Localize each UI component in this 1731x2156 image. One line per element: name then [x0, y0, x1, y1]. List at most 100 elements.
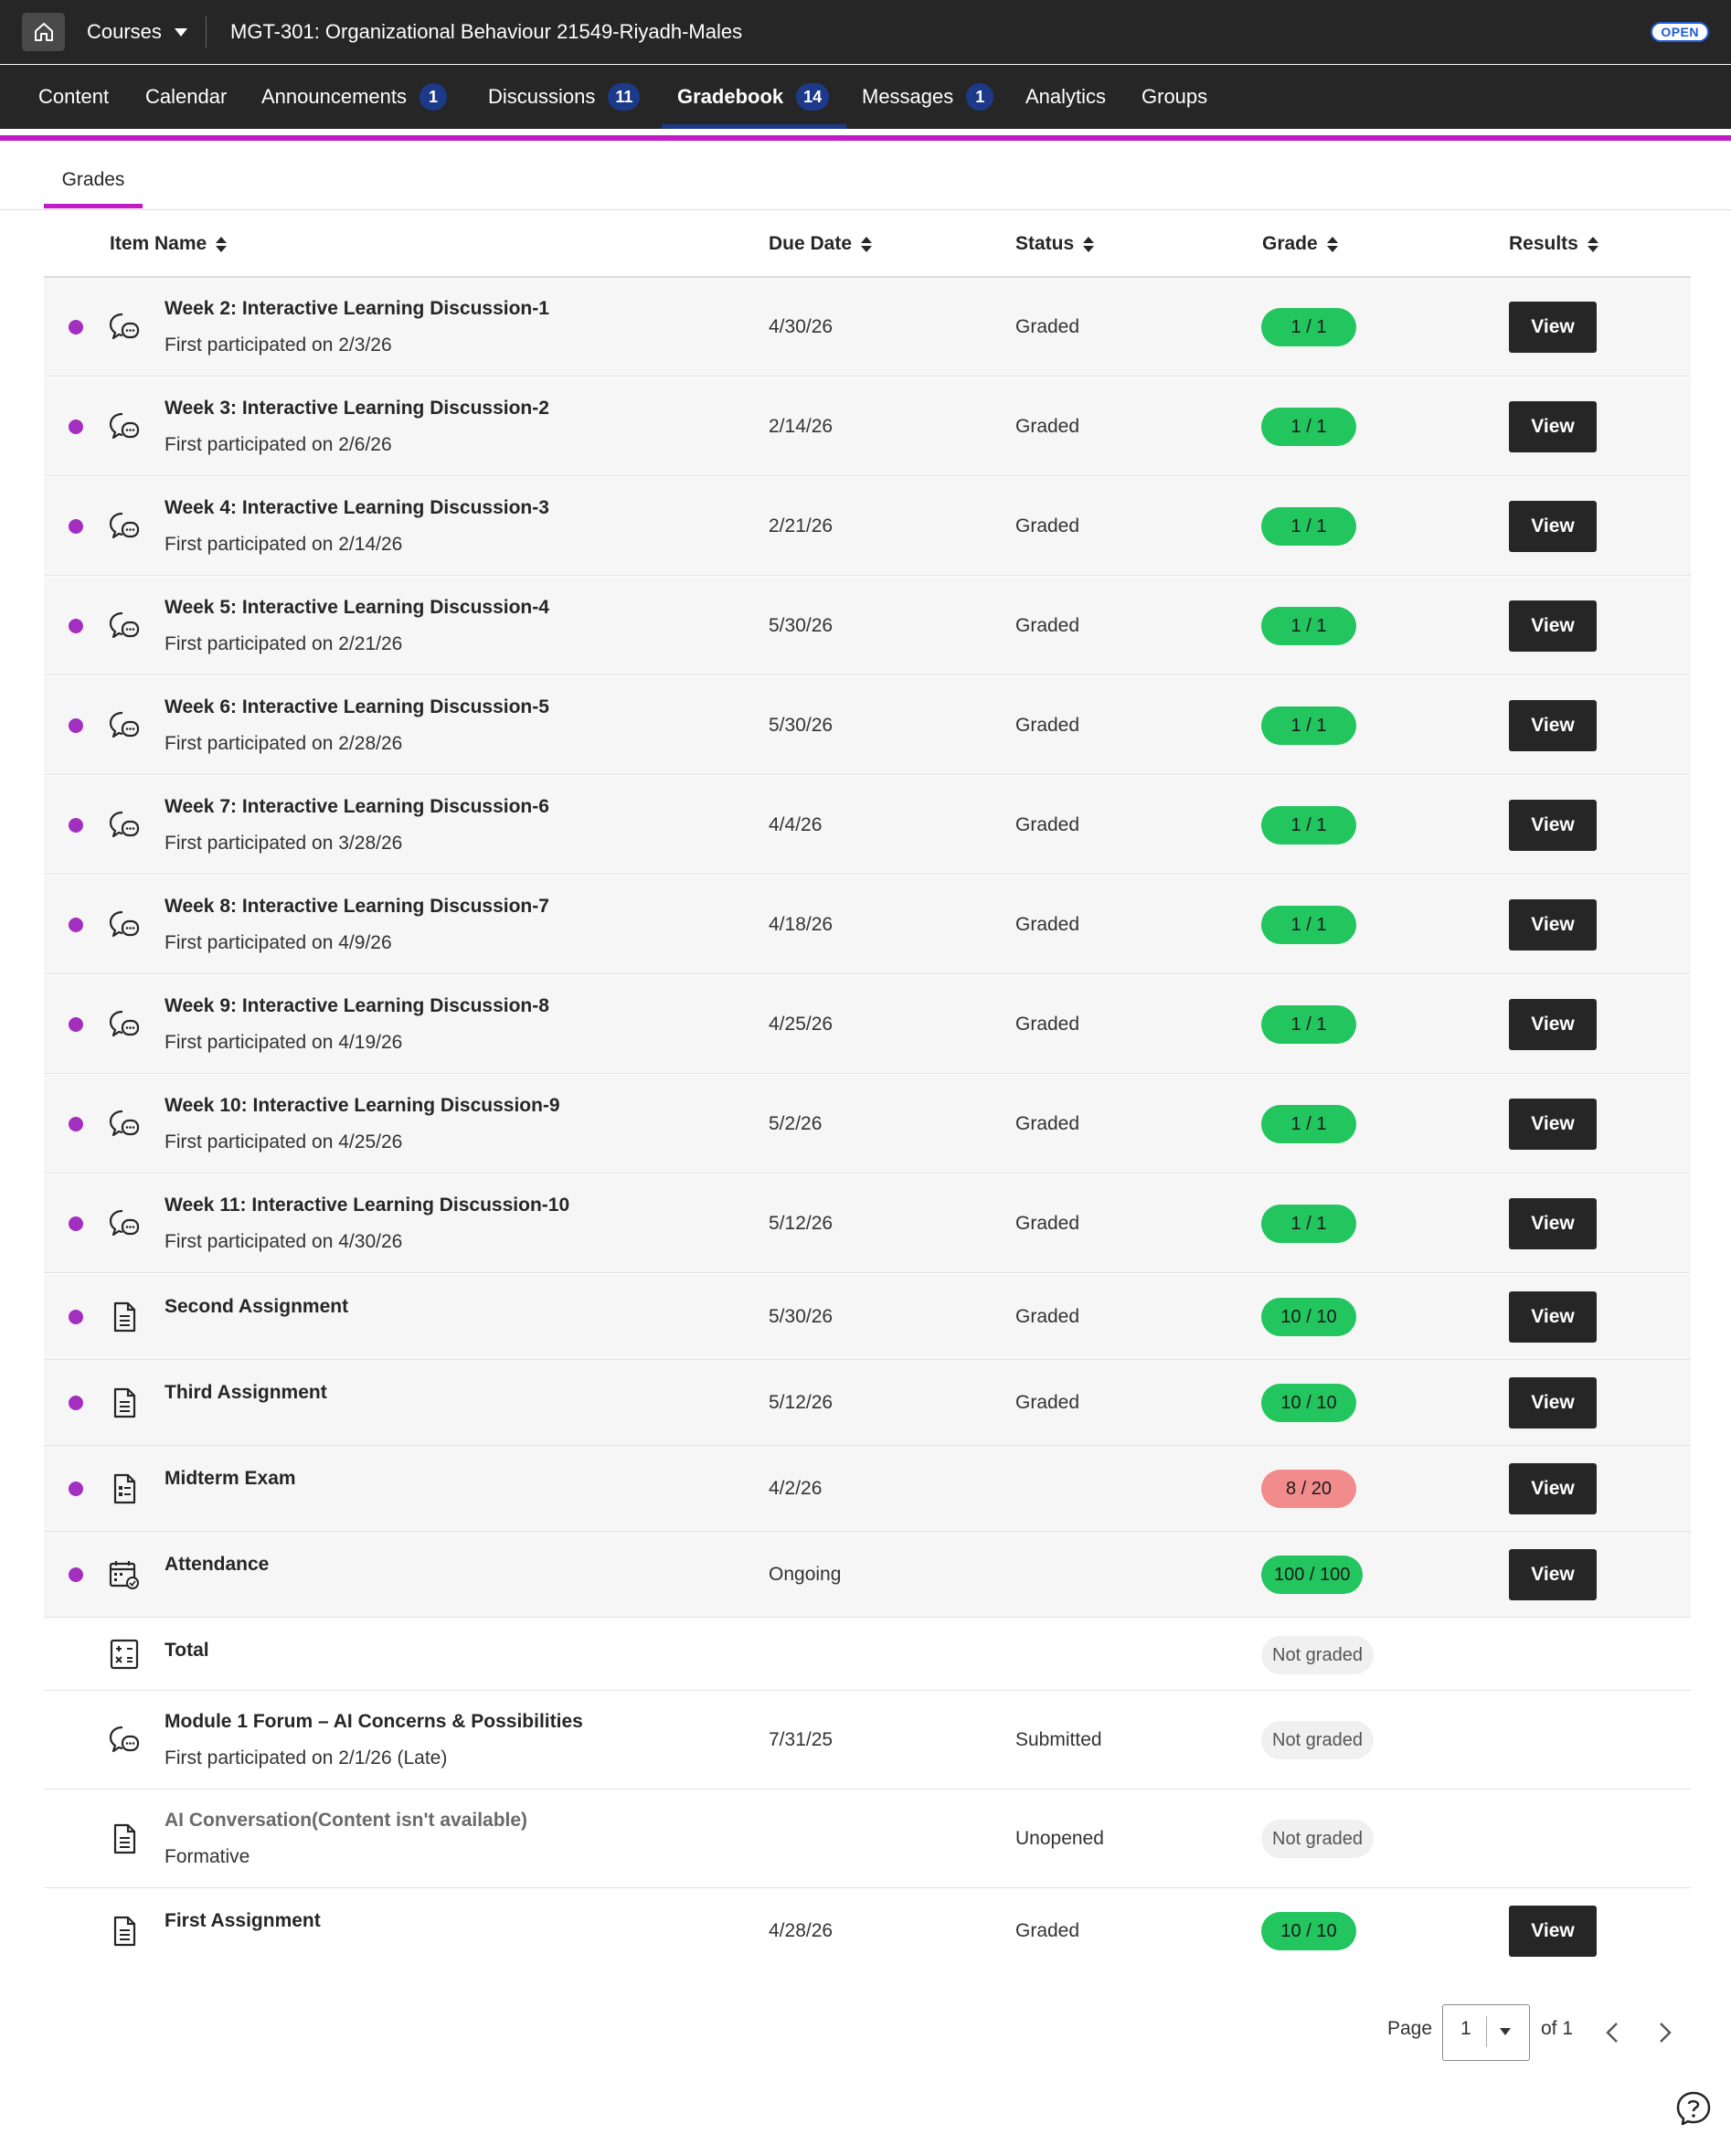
view-button[interactable]: View — [1509, 999, 1597, 1050]
discussion-icon — [109, 1010, 140, 1037]
item-subtitle: First participated on 3/28/26 — [165, 833, 403, 854]
page-count: of 1 — [1541, 2018, 1574, 2039]
item-name[interactable]: Week 3: Interactive Learning Discussion-… — [165, 398, 549, 420]
item-name[interactable]: Third Assignment — [165, 1382, 327, 1404]
column-label: Results — [1509, 233, 1578, 254]
view-button[interactable]: View — [1509, 401, 1597, 452]
page-value: 1 — [1460, 2018, 1471, 2039]
unread-dot — [69, 519, 83, 534]
tab-messages[interactable]: Messages 1 — [862, 65, 994, 129]
chevron-down-icon — [1500, 2028, 1511, 2035]
item-subtitle: Formative — [165, 1846, 250, 1867]
help-icon[interactable] — [1675, 2090, 1712, 2127]
column-header-results[interactable]: Results — [1509, 228, 1598, 260]
sort-icon — [216, 236, 228, 252]
count-badge: 14 — [796, 83, 830, 111]
status-badge: OPEN — [1651, 22, 1709, 42]
chevron-down-icon — [174, 27, 187, 37]
count-badge: 11 — [608, 83, 641, 111]
discussion-icon — [109, 1726, 140, 1753]
tab-analytics[interactable]: Analytics — [1025, 65, 1106, 129]
grade-pill: 10 / 10 — [1261, 1912, 1356, 1950]
courses-menu[interactable]: Courses — [87, 0, 187, 64]
count-badge: 1 — [419, 83, 447, 111]
tab-calendar[interactable]: Calendar — [145, 65, 227, 129]
item-name[interactable]: Week 4: Interactive Learning Discussion-… — [165, 497, 549, 519]
view-button[interactable]: View — [1509, 1377, 1597, 1428]
column-header-item-name[interactable]: Item Name — [110, 228, 228, 260]
tab-groups[interactable]: Groups — [1142, 65, 1207, 129]
table-row: Week 10: Interactive Learning Discussion… — [44, 1075, 1691, 1174]
count-badge: 1 — [966, 83, 994, 111]
item-name[interactable]: Week 9: Interactive Learning Discussion-… — [165, 995, 549, 1017]
item-name[interactable]: Week 10: Interactive Learning Discussion… — [165, 1095, 560, 1117]
grade-pill: 1 / 1 — [1261, 1205, 1356, 1243]
exam-icon — [113, 1473, 136, 1504]
discussion-icon — [109, 1110, 140, 1137]
status-text: Graded — [1015, 515, 1080, 536]
tab-announcements[interactable]: Announcements 1 — [261, 65, 447, 129]
column-header-grade[interactable]: Grade — [1262, 228, 1338, 260]
due-date: 5/2/26 — [769, 1113, 823, 1134]
item-name[interactable]: Module 1 Forum – AI Concerns & Possibili… — [165, 1711, 583, 1733]
item-name[interactable]: Week 11: Interactive Learning Discussion… — [165, 1195, 569, 1216]
due-date: Ongoing — [769, 1564, 842, 1585]
unread-dot — [69, 718, 83, 733]
unread-dot — [69, 1117, 83, 1131]
view-button[interactable]: View — [1509, 1463, 1597, 1514]
item-name[interactable]: Week 8: Interactive Learning Discussion-… — [165, 896, 549, 918]
tab-content[interactable]: Content — [38, 65, 109, 129]
view-button[interactable]: View — [1509, 1549, 1597, 1600]
view-button[interactable]: View — [1509, 600, 1597, 652]
tab-gradebook[interactable]: Gradebook 14 — [677, 65, 830, 129]
status-text: Submitted — [1015, 1729, 1102, 1750]
home-button[interactable] — [22, 13, 65, 51]
view-button[interactable]: View — [1509, 1198, 1597, 1249]
item-name[interactable]: Week 2: Interactive Learning Discussion-… — [165, 298, 549, 320]
divider — [1486, 2016, 1487, 2047]
table-row: Week 11: Interactive Learning Discussion… — [44, 1174, 1691, 1273]
chevron-left-icon[interactable] — [1600, 2018, 1626, 2047]
table-row: Week 4: Interactive Learning Discussion-… — [44, 477, 1691, 576]
item-name[interactable]: Midterm Exam — [165, 1468, 296, 1490]
view-button[interactable]: View — [1509, 899, 1597, 951]
item-subtitle: First participated on 4/19/26 — [165, 1032, 403, 1053]
due-date: 5/30/26 — [769, 1306, 834, 1327]
view-button[interactable]: View — [1509, 700, 1597, 751]
view-button[interactable]: View — [1509, 1099, 1597, 1150]
tab-label: Groups — [1142, 85, 1208, 108]
status-text: Graded — [1015, 1213, 1080, 1234]
view-button[interactable]: View — [1509, 1291, 1597, 1343]
view-button[interactable]: View — [1509, 302, 1597, 353]
item-name[interactable]: Week 5: Interactive Learning Discussion-… — [165, 597, 549, 619]
active-tab-indicator — [662, 124, 846, 129]
unread-dot — [69, 1310, 83, 1324]
discussion-icon — [109, 910, 140, 938]
unread-dot — [69, 1482, 83, 1496]
discussion-icon — [109, 711, 140, 738]
column-header-due-date[interactable]: Due Date — [769, 228, 873, 260]
column-header-status[interactable]: Status — [1015, 228, 1095, 260]
item-name[interactable]: Week 6: Interactive Learning Discussion-… — [165, 696, 549, 718]
grade-pill: Not graded — [1261, 1820, 1374, 1858]
view-button[interactable]: View — [1509, 501, 1597, 552]
grade-pill: 1 / 1 — [1261, 607, 1356, 645]
sort-icon — [1587, 236, 1598, 252]
status-text: Graded — [1015, 316, 1080, 337]
tab-label: Content — [38, 85, 110, 108]
view-button[interactable]: View — [1509, 1906, 1597, 1957]
item-name[interactable]: Second Assignment — [165, 1296, 348, 1318]
unread-dot — [69, 818, 83, 833]
tab-label: Analytics — [1025, 85, 1107, 108]
item-name[interactable]: Attendance — [165, 1554, 269, 1576]
grade-pill: 10 / 10 — [1261, 1298, 1356, 1336]
item-name[interactable]: First Assignment — [165, 1910, 321, 1932]
tab-discussions[interactable]: Discussions 11 — [488, 65, 641, 129]
item-subtitle: First participated on 2/28/26 — [165, 733, 403, 754]
chevron-right-icon[interactable] — [1651, 2018, 1677, 2047]
view-button[interactable]: View — [1509, 800, 1597, 851]
table-row: Module 1 Forum – AI Concerns & Possibili… — [44, 1691, 1691, 1790]
tab-grades[interactable]: Grades — [44, 151, 143, 209]
item-name[interactable]: Week 7: Interactive Learning Discussion-… — [165, 796, 549, 818]
tab-label: Discussions — [488, 85, 596, 108]
